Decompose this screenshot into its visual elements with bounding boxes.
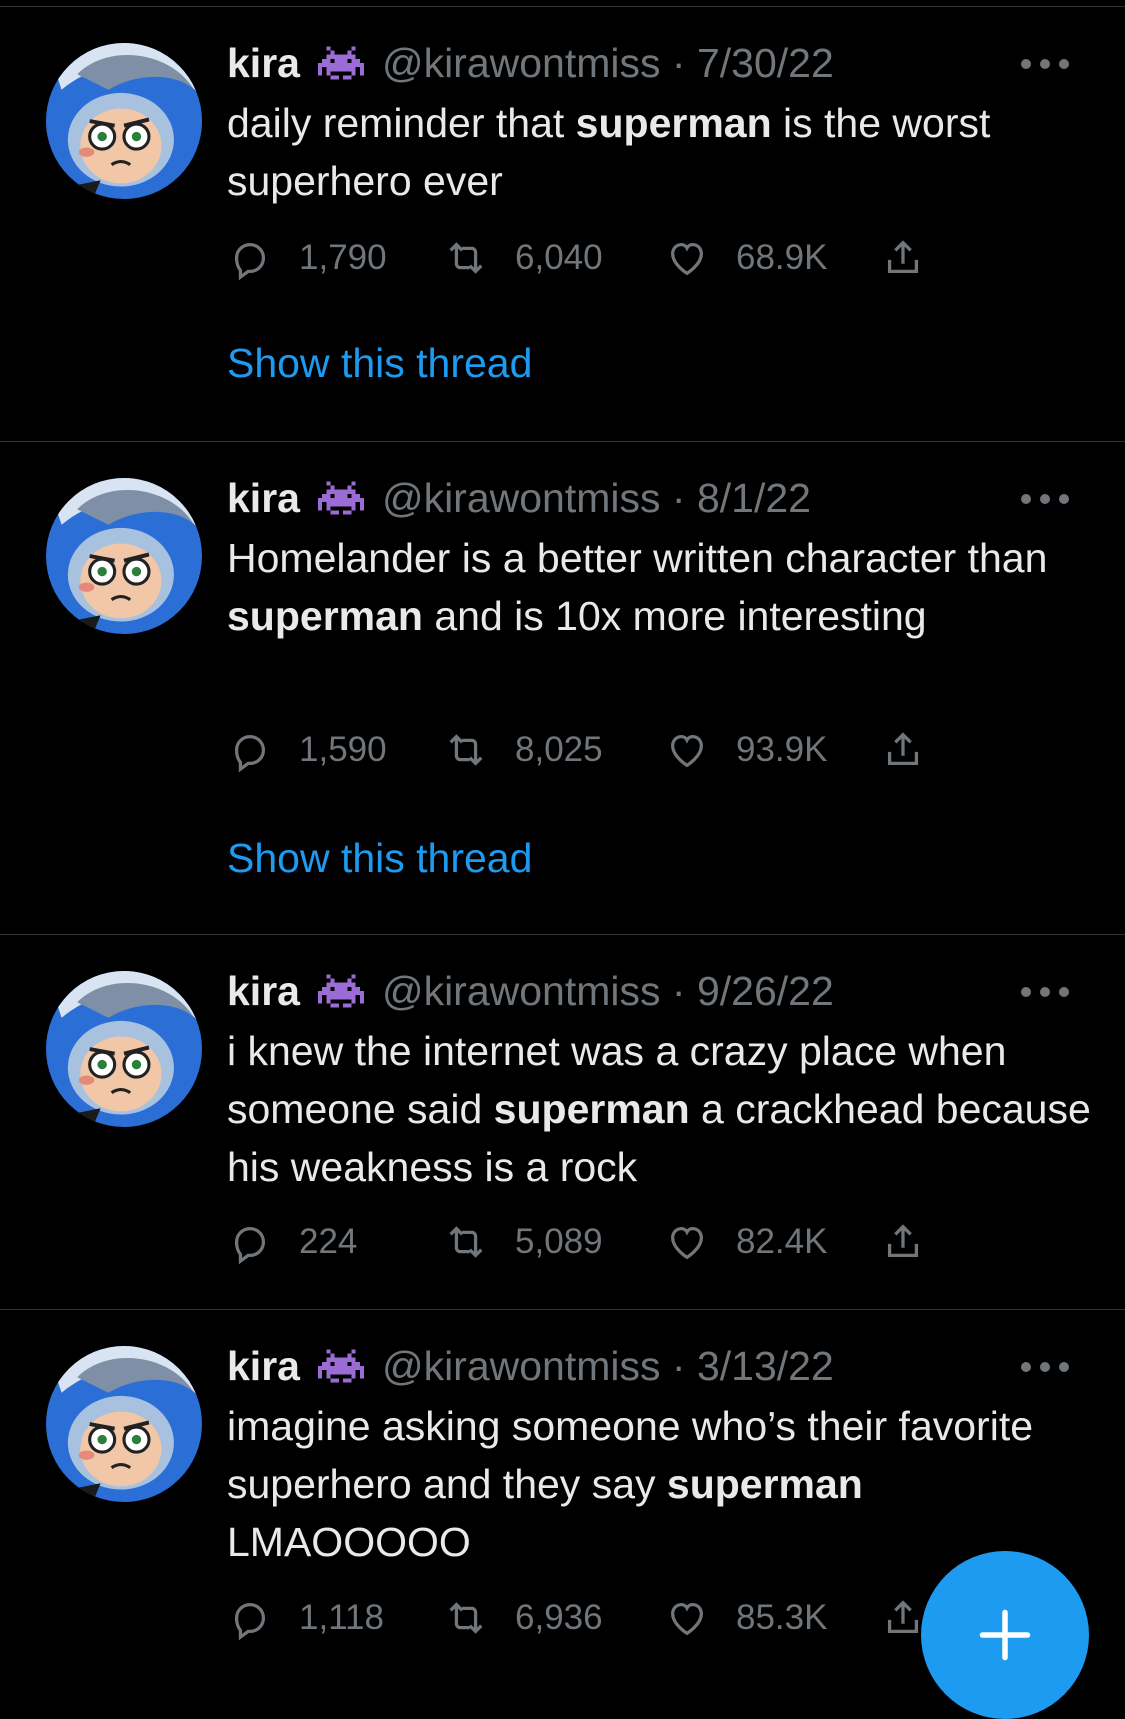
like-button[interactable]: 82.4K [664, 1217, 827, 1267]
alien-monster-icon [317, 478, 364, 518]
dot-separator: · [660, 967, 697, 1014]
retweet-button[interactable]: 6,936 [443, 1593, 603, 1643]
more-dots-icon[interactable] [1021, 492, 1069, 506]
alien-monster-icon [317, 1346, 364, 1386]
tweet-text-bold: superman [227, 593, 423, 639]
reply-count: 224 [299, 1222, 358, 1261]
avatar[interactable] [46, 971, 202, 1127]
tweet-date[interactable]: 9/26/22 [697, 968, 834, 1015]
like-count: 68.9K [736, 238, 828, 277]
retweet-icon [449, 1226, 483, 1258]
tweet-text: i knew the internet was a crazy place wh… [227, 1022, 1097, 1196]
author-handle[interactable]: @kirawontmiss [382, 40, 661, 87]
tweet-actions: 1,118 6,936 85.3K [227, 1593, 947, 1643]
retweet-count: 6,040 [515, 238, 603, 277]
dot-separator: · [660, 1342, 697, 1389]
share-icon [887, 732, 919, 766]
author-handle[interactable]: @kirawontmiss [382, 968, 661, 1015]
share-button[interactable] [880, 233, 952, 283]
reply-count: 1,118 [299, 1598, 384, 1637]
tweet-date[interactable]: 7/30/22 [697, 40, 834, 87]
reply-button[interactable]: 1,590 [227, 725, 387, 775]
tweet[interactable]: kira @kirawontmiss · 8/1/22 Homelander i… [0, 442, 1125, 934]
tweet-text-part: daily reminder that [227, 100, 576, 146]
like-button[interactable]: 85.3K [664, 1593, 827, 1643]
share-button[interactable] [880, 1217, 952, 1267]
avatar[interactable] [46, 43, 202, 199]
reply-icon [234, 734, 266, 773]
reply-button[interactable]: 1,790 [227, 233, 387, 283]
tweet-text: Homelander is a better written character… [227, 529, 1097, 645]
retweet-icon [449, 242, 483, 274]
tweet-actions: 1,790 6,040 68.9K [227, 233, 947, 283]
tweet-actions: 224 5,089 82.4K [227, 1217, 947, 1267]
share-icon [887, 1600, 919, 1634]
alien-monster-icon [317, 971, 364, 1011]
author-name[interactable]: kira [227, 40, 300, 87]
retweet-button[interactable]: 6,040 [443, 233, 603, 283]
tweet-date[interactable]: 3/13/22 [697, 1343, 834, 1390]
more-dots-icon[interactable] [1021, 985, 1069, 999]
retweet-button[interactable]: 5,089 [443, 1217, 603, 1267]
dot-separator: · [660, 474, 697, 521]
author-handle[interactable]: @kirawontmiss [382, 475, 661, 522]
reply-button[interactable]: 224 [227, 1217, 357, 1267]
like-button[interactable]: 68.9K [664, 233, 827, 283]
tweet-text-part: and is 10x more interesting [422, 593, 927, 639]
tweet[interactable]: kira @kirawontmiss · 7/30/22 daily remin… [0, 0, 1125, 441]
reply-button[interactable]: 1,118 [227, 1593, 384, 1643]
tweet-date[interactable]: 8/1/22 [697, 475, 811, 522]
tweet-text-part: LMAOOOOO [227, 1519, 471, 1565]
author-name[interactable]: kira [227, 1343, 300, 1390]
share-icon [887, 240, 919, 274]
alien-monster-icon [317, 43, 364, 83]
like-count: 82.4K [736, 1222, 828, 1261]
heart-icon [670, 734, 704, 768]
like-button[interactable]: 93.9K [664, 725, 827, 775]
reply-icon [234, 1226, 266, 1265]
show-thread-link[interactable]: Show this thread [227, 340, 532, 387]
tweet-header: kira @kirawontmiss · 7/30/22 [227, 38, 834, 88]
avatar[interactable] [46, 478, 202, 634]
tweet-text-part: Homelander is a better written character… [227, 535, 1048, 581]
tweet[interactable]: kira @kirawontmiss · 9/26/22 i knew the … [0, 935, 1125, 1309]
reply-count: 1,790 [299, 238, 387, 277]
author-handle[interactable]: @kirawontmiss [382, 1343, 661, 1390]
retweet-icon [449, 1602, 483, 1634]
author-name[interactable]: kira [227, 968, 300, 1015]
tweet-text: imagine asking someone who’s their favor… [227, 1397, 1097, 1571]
share-icon [887, 1224, 919, 1258]
heart-icon [670, 1226, 704, 1260]
dot-separator: · [660, 39, 697, 86]
tweet-text-part: imagine asking someone who’s their favor… [227, 1403, 1034, 1507]
retweet-count: 8,025 [515, 730, 603, 769]
reply-count: 1,590 [299, 730, 387, 769]
more-dots-icon[interactable] [1021, 57, 1069, 71]
more-dots-icon[interactable] [1021, 1360, 1069, 1374]
like-count: 93.9K [736, 730, 828, 769]
author-name[interactable]: kira [227, 475, 300, 522]
reply-icon [234, 242, 266, 281]
tweet-actions: 1,590 8,025 93.9K [227, 725, 947, 775]
tweet-header: kira @kirawontmiss · 8/1/22 [227, 473, 811, 523]
retweet-icon [449, 734, 483, 766]
share-button[interactable] [880, 725, 952, 775]
retweet-button[interactable]: 8,025 [443, 725, 603, 775]
heart-icon [670, 1602, 704, 1636]
tweet-text-bold: superman [493, 1086, 690, 1132]
retweet-count: 5,089 [515, 1222, 603, 1261]
retweet-count: 6,936 [515, 1598, 603, 1637]
like-count: 85.3K [736, 1598, 828, 1637]
tweet-header: kira @kirawontmiss · 9/26/22 [227, 966, 834, 1016]
avatar[interactable] [46, 1346, 202, 1502]
plus-icon [979, 1609, 1031, 1661]
reply-icon [234, 1602, 266, 1641]
tweet-header: kira @kirawontmiss · 3/13/22 [227, 1341, 834, 1391]
tweet-text-bold: superman [575, 100, 772, 146]
heart-icon [670, 242, 704, 276]
tweet-text-bold: superman [666, 1461, 863, 1507]
show-thread-link[interactable]: Show this thread [227, 835, 532, 882]
tweet-text: daily reminder that superman is the wors… [227, 94, 1097, 210]
